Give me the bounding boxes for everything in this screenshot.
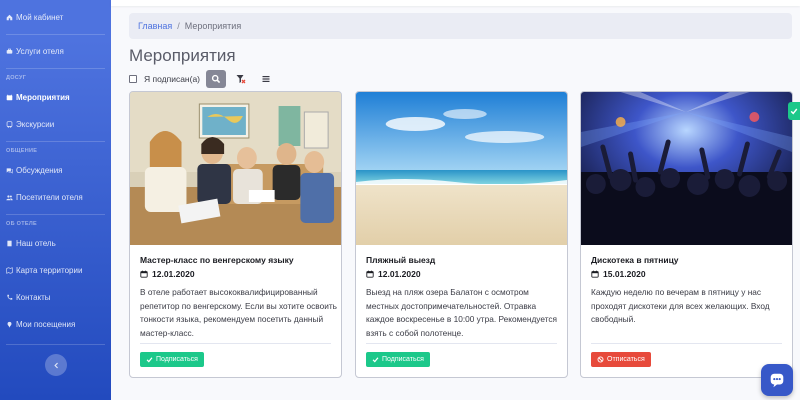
- clear-filter-button[interactable]: [231, 70, 251, 88]
- breadcrumb: Главная / Мероприятия: [129, 13, 792, 39]
- check-icon: [146, 357, 153, 363]
- breadcrumb-current: Мероприятия: [184, 21, 242, 31]
- sidebar-item-label: Мои посещения: [16, 320, 76, 329]
- building-icon: [7, 240, 12, 247]
- subscribe-button[interactable]: Подписаться: [366, 352, 430, 367]
- sidebar-item-label: Обсуждения: [16, 166, 63, 175]
- event-image-classroom: [130, 92, 341, 245]
- event-description: В отеле работает высококвалифицированный…: [140, 287, 337, 339]
- sidebar-item-label: Мероприятия: [16, 93, 70, 102]
- comments-icon: [6, 168, 13, 174]
- chevron-left-icon: [53, 362, 58, 368]
- sidebar-item-discussions[interactable]: Обсуждения: [0, 157, 111, 184]
- sidebar-divider: [6, 214, 105, 215]
- calendar-icon: [366, 270, 374, 278]
- event-card: Дискотека в пятницу 15.01.2020 Каждую не…: [580, 91, 793, 378]
- subscribed-checkbox-label[interactable]: Я подписан(а): [144, 74, 200, 84]
- event-card: Пляжный выезд 12.01.2020 Выезд на пляж о…: [355, 91, 568, 378]
- sidebar-item-territory-map[interactable]: Карта территории: [0, 257, 111, 284]
- calendar-icon: [140, 270, 148, 278]
- search-icon: [211, 74, 221, 84]
- users-icon: [6, 195, 13, 201]
- sidebar-item-excursions[interactable]: Экскурсии: [0, 111, 111, 138]
- help-chat-button[interactable]: [761, 364, 793, 396]
- sidebar-toggle-button[interactable]: [45, 354, 67, 376]
- card-divider: [366, 343, 557, 344]
- map-icon: [6, 267, 13, 274]
- search-button[interactable]: [206, 70, 227, 88]
- sidebar-item-my-cabinet[interactable]: Мой кабинет: [0, 4, 111, 31]
- sidebar-item-contacts[interactable]: Контакты: [0, 284, 111, 311]
- event-title[interactable]: Пляжный выезд: [366, 255, 435, 265]
- subscribe-button-label: Подписаться: [156, 356, 198, 363]
- sidebar-heading-communication: ОБЩЕНИЕ: [6, 148, 38, 154]
- pin-icon: [7, 321, 12, 328]
- unsubscribe-button-label: Отписаться: [607, 356, 645, 363]
- bars-icon: [262, 76, 270, 82]
- subscribe-button[interactable]: Подписаться: [140, 352, 204, 367]
- breadcrumb-home-link[interactable]: Главная: [138, 21, 172, 31]
- chat-bubble-icon: [770, 373, 784, 388]
- event-date-text: 12.01.2020: [152, 269, 195, 279]
- sidebar-item-label: Услуги отеля: [16, 47, 64, 56]
- check-icon: [790, 108, 798, 115]
- event-description: Каждую неделю по вечерам в пятницу у нас…: [591, 287, 770, 325]
- sidebar-item-my-visits[interactable]: Мои посещения: [0, 311, 111, 338]
- event-image-disco: [581, 92, 792, 245]
- event-title[interactable]: Мастер-класс по венгерскому языку: [140, 255, 294, 265]
- event-date-text: 15.01.2020: [603, 269, 646, 279]
- sidebar-heading-leisure: ДОСУГ: [6, 75, 27, 81]
- event-date: 12.01.2020: [366, 269, 421, 279]
- event-date: 15.01.2020: [591, 269, 646, 279]
- event-description: Выезд на пляж озера Балатон с осмотром м…: [366, 287, 558, 339]
- sidebar-item-events[interactable]: Мероприятия: [0, 84, 111, 111]
- subscribe-button-label: Подписаться: [382, 356, 424, 363]
- sidebar-item-label: Экскурсии: [16, 120, 55, 129]
- sidebar-item-label: Наш отель: [16, 239, 56, 248]
- home-icon: [6, 14, 13, 21]
- event-date: 12.01.2020: [140, 269, 195, 279]
- sidebar-item-label: Карта территории: [16, 266, 83, 275]
- sidebar-item-hotel-services[interactable]: Услуги отеля: [0, 38, 111, 65]
- event-card: Мастер-класс по венгерскому языку 12.01.…: [129, 91, 342, 378]
- sidebar-item-label: Мой кабинет: [16, 13, 64, 22]
- sidebar-divider: [6, 68, 105, 69]
- topbar: [111, 0, 800, 6]
- sidebar-divider: [6, 141, 105, 142]
- sidebar-item-label: Посетители отеля: [16, 193, 83, 202]
- sidebar-item-label: Контакты: [16, 293, 51, 302]
- sidebar-item-our-hotel[interactable]: Наш отель: [0, 230, 111, 257]
- sidebar-divider: [6, 34, 105, 35]
- event-image-beach: [356, 92, 567, 245]
- event-title[interactable]: Дискотека в пятницу: [591, 255, 679, 265]
- event-date-text: 12.01.2020: [378, 269, 421, 279]
- bus-icon: [6, 121, 13, 128]
- page-title: Мероприятия: [129, 46, 236, 65]
- sidebar-divider: [6, 344, 105, 345]
- calendar-icon: [6, 94, 13, 101]
- breadcrumb-separator: /: [177, 21, 180, 31]
- calendar-icon: [591, 270, 599, 278]
- card-divider: [140, 343, 331, 344]
- card-divider: [591, 343, 782, 344]
- filter-toolbar: Я подписан(а): [129, 69, 281, 89]
- sidebar: Мой кабинет Услуги отеля ДОСУГ Мероприят…: [0, 0, 111, 400]
- unsubscribe-button[interactable]: Отписаться: [591, 352, 651, 367]
- filter-clear-icon: [236, 75, 246, 84]
- check-icon: [372, 357, 379, 363]
- list-view-button[interactable]: [256, 70, 276, 88]
- sidebar-heading-about-hotel: ОБ ОТЕЛЕ: [6, 221, 37, 227]
- services-icon: [6, 48, 13, 54]
- sidebar-item-hotel-guests[interactable]: Посетители отеля: [0, 184, 111, 211]
- phone-icon: [7, 294, 13, 300]
- ban-icon: [597, 356, 604, 363]
- side-check-tab[interactable]: [788, 102, 800, 120]
- subscribed-checkbox[interactable]: [129, 75, 137, 83]
